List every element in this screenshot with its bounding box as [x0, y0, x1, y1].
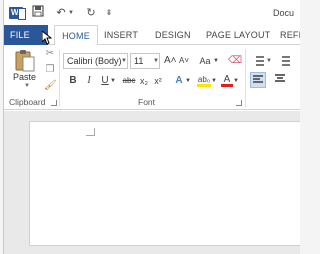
numbering-icon[interactable]	[278, 54, 290, 66]
grow-font-button[interactable]: A˄	[164, 54, 177, 68]
clipboard-launcher-icon[interactable]	[51, 100, 57, 106]
italic-button[interactable]: I	[83, 74, 95, 88]
font-color-button[interactable]: A	[221, 73, 233, 87]
clipboard-group-label: Clipboard	[9, 97, 46, 107]
document-area	[4, 111, 300, 254]
paste-button[interactable]	[14, 49, 36, 73]
tab-page-layout[interactable]: PAGE LAYOUT	[206, 25, 270, 45]
save-icon[interactable]	[31, 5, 45, 21]
tab-design[interactable]: DESIGN	[155, 25, 191, 45]
chevron-down-icon[interactable]: ▼	[266, 54, 272, 68]
group-divider	[59, 49, 60, 107]
chevron-down-icon[interactable]: ▼	[24, 83, 30, 89]
word-window: W ↶ ▼ ↻ ⇟ Docu FILE HOME INSERT DESIGN P…	[3, 0, 300, 254]
chevron-down-icon[interactable]: ▼	[185, 74, 191, 88]
margin-marker	[94, 128, 95, 136]
text-effects-button[interactable]: A	[172, 74, 186, 88]
customize-qat-icon[interactable]: ⇟	[104, 5, 114, 21]
format-painter-icon[interactable]: 🖌	[44, 80, 57, 92]
highlight-button[interactable]: ab₀	[197, 73, 211, 87]
strikethrough-button[interactable]: abc	[120, 74, 138, 88]
margin-marker	[86, 135, 94, 136]
document-title: Docu	[273, 8, 295, 18]
tab-insert[interactable]: INSERT	[104, 25, 138, 45]
superscript-button[interactable]: x²	[152, 74, 164, 88]
font-name-select[interactable]: Calibri (Body)	[63, 53, 128, 69]
chevron-down-icon[interactable]: ▼	[68, 5, 74, 21]
redo-icon[interactable]: ↻	[84, 5, 98, 21]
clear-formatting-icon[interactable]: ⌫	[228, 54, 242, 68]
cut-icon[interactable]: ✂	[44, 48, 56, 60]
change-case-button[interactable]: Aa	[197, 54, 213, 68]
font-launcher-icon[interactable]	[236, 100, 242, 106]
tab-home[interactable]: HOME	[54, 25, 98, 46]
shrink-font-button[interactable]: A˅	[178, 54, 190, 68]
chevron-down-icon[interactable]: ▼	[121, 53, 127, 69]
chevron-down-icon[interactable]: ▼	[153, 53, 159, 69]
align-left-icon[interactable]	[250, 72, 266, 88]
chevron-down-icon[interactable]: ▼	[213, 54, 219, 68]
bullets-icon[interactable]	[252, 54, 264, 66]
bold-button[interactable]: B	[67, 74, 79, 88]
paste-label[interactable]: Paste	[13, 72, 36, 82]
chevron-down-icon[interactable]: ▼	[233, 74, 239, 88]
tab-references[interactable]: REFI	[280, 25, 300, 45]
group-divider	[245, 49, 246, 107]
copy-icon[interactable]: ❐	[44, 64, 56, 76]
document-page[interactable]	[29, 121, 300, 246]
font-group-label: Font	[138, 97, 156, 107]
chevron-down-icon[interactable]: ▼	[110, 74, 116, 88]
align-center-icon[interactable]	[272, 72, 288, 88]
title-bar: W ↶ ▼ ↻ ⇟ Docu	[4, 0, 300, 25]
subscript-button[interactable]: x₂	[138, 74, 150, 88]
chevron-down-icon[interactable]: ▼	[211, 74, 217, 88]
word-icon[interactable]: W	[9, 7, 26, 20]
undo-icon[interactable]: ↶	[54, 5, 68, 21]
ribbon-home: Paste ▼ ✂ ❐ 🖌 Clipboard Calibri (Body) ▼…	[4, 45, 300, 110]
